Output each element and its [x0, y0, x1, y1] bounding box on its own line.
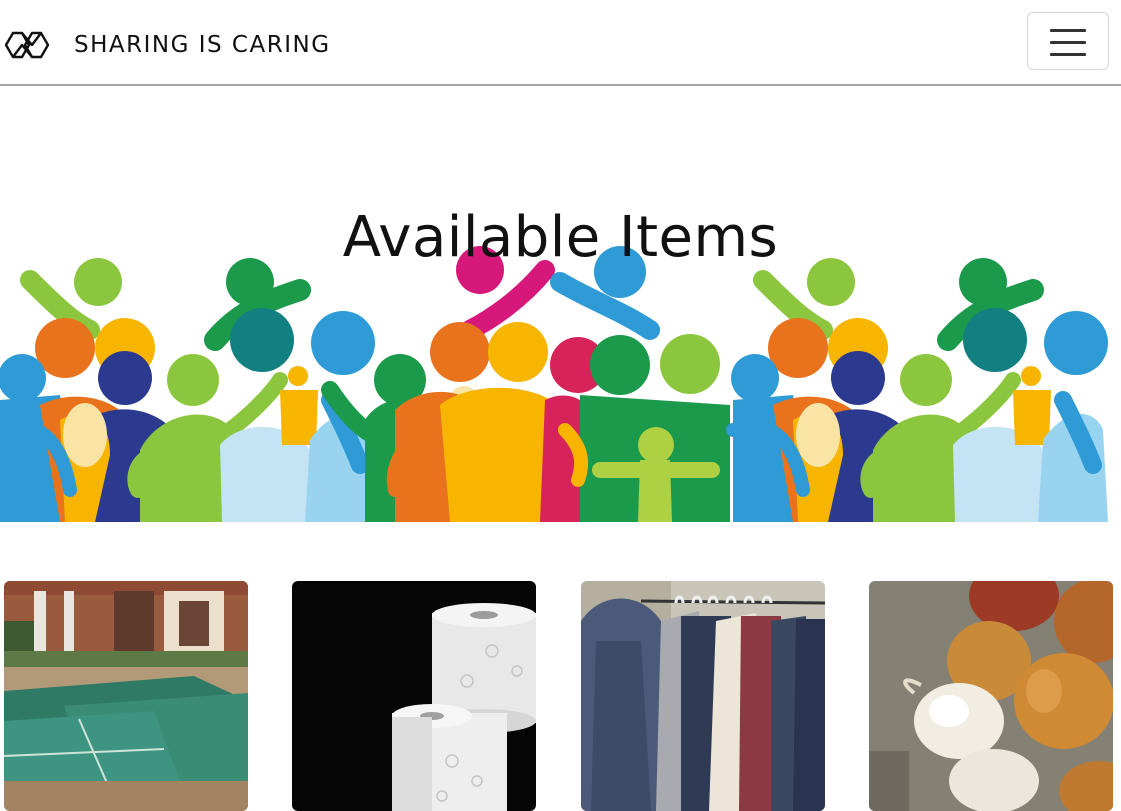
item-card-ping-pong[interactable]: [4, 581, 248, 811]
clothes-on-rack-photo: [581, 581, 825, 811]
item-card-clothes[interactable]: [581, 581, 825, 811]
page-title: Available Items: [342, 205, 779, 270]
item-card-onions[interactable]: [869, 581, 1113, 811]
brand-link[interactable]: SHARING IS CARING: [4, 22, 331, 68]
item-card-toilet-paper[interactable]: [292, 581, 536, 811]
interlocking-diamonds-icon: [4, 31, 50, 59]
hamburger-menu-button[interactable]: [1027, 12, 1109, 70]
toilet-paper-rolls-photo: [292, 581, 536, 811]
brand-title: SHARING IS CARING: [74, 32, 331, 58]
outdoor-ping-pong-tables-photo: [4, 581, 248, 811]
navbar: SHARING IS CARING: [0, 0, 1121, 86]
items-grid: [0, 581, 1121, 811]
onions-and-garlic-photo: [869, 581, 1113, 811]
